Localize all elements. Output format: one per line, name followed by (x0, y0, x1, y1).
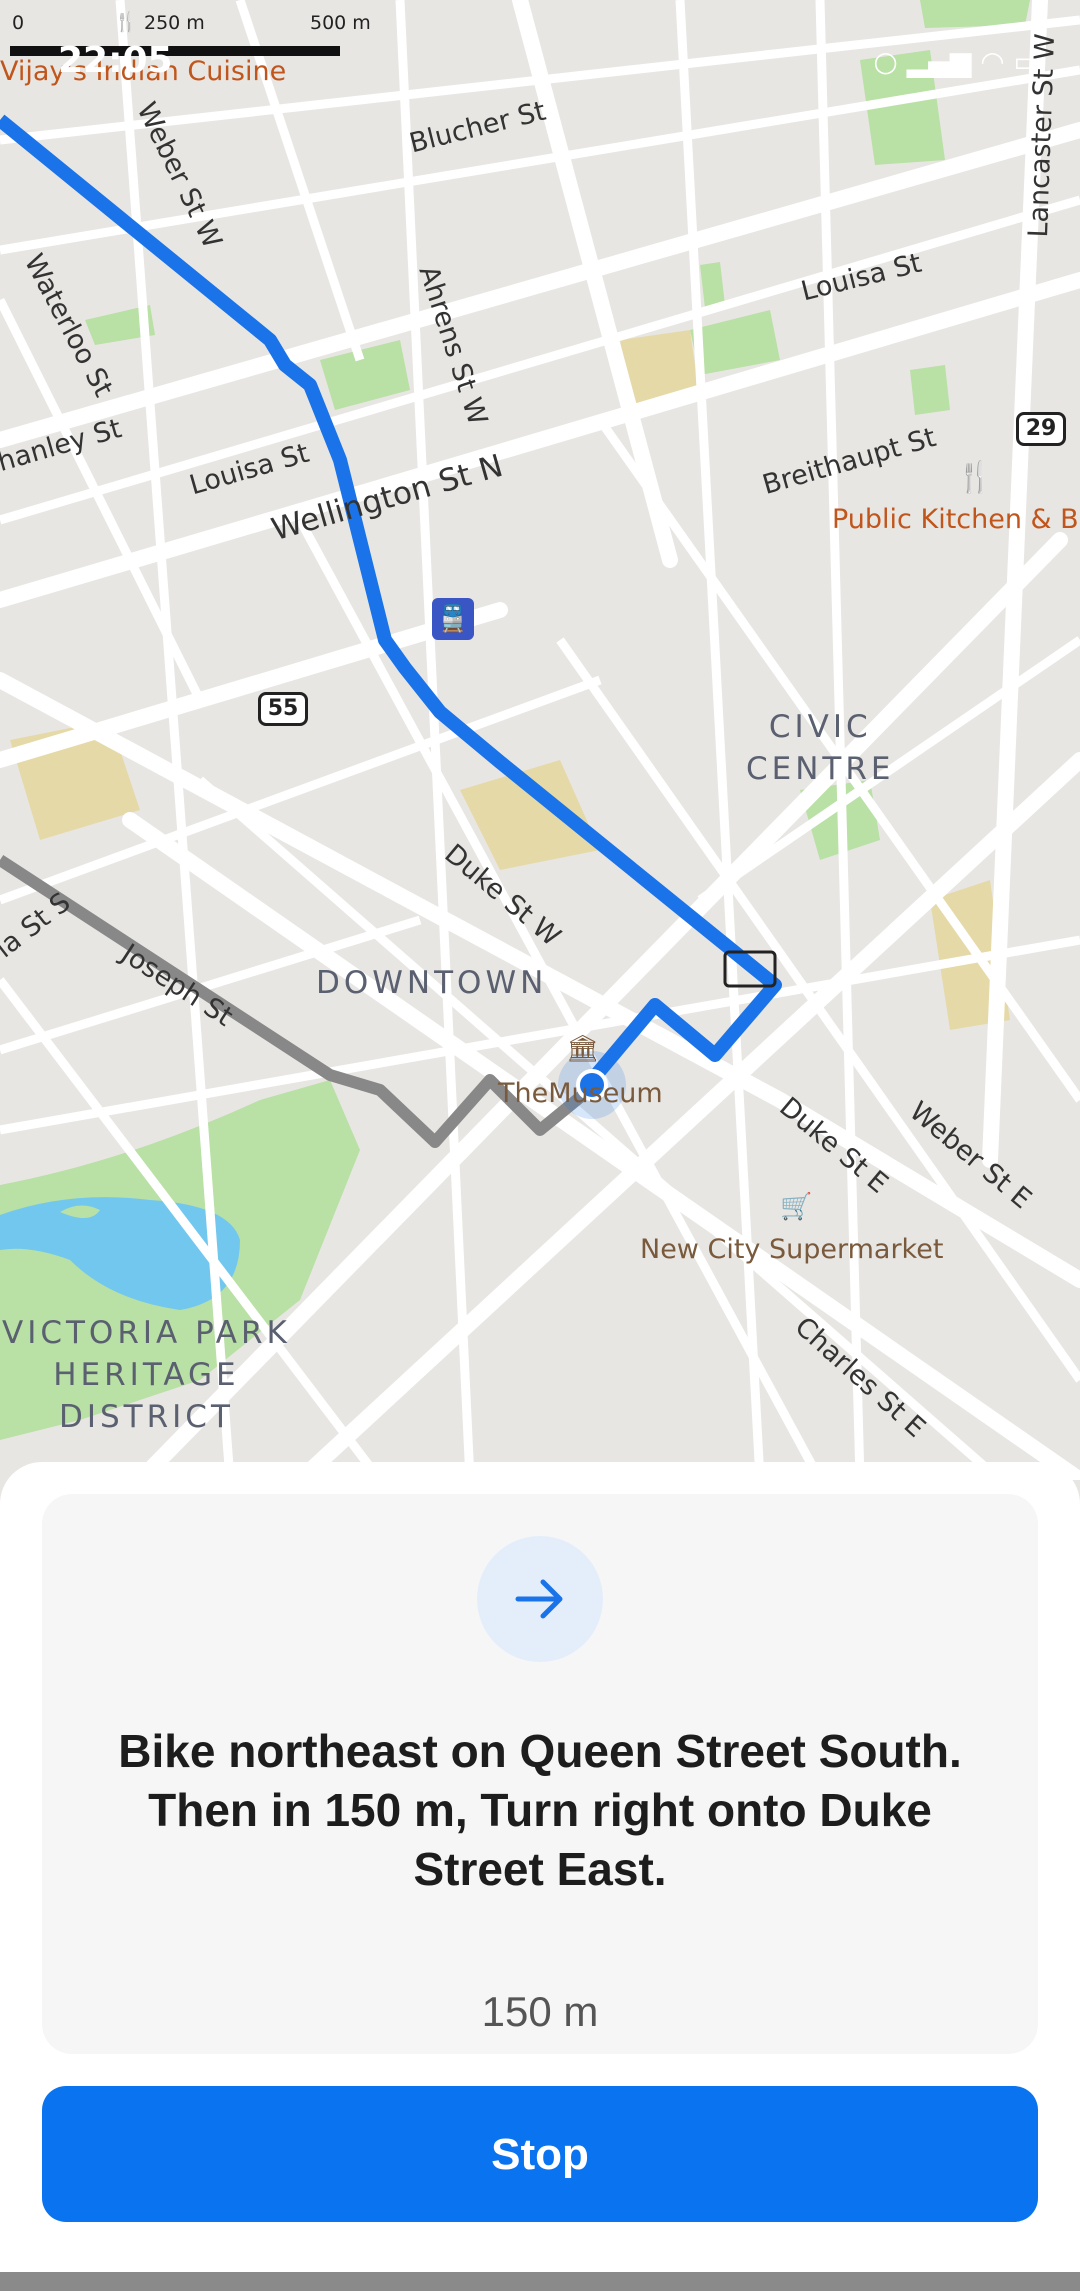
status-bar: 0 🍴 250 m 500 m 22:05 ○ ▂▄▆ ◠ ▭ (0, 0, 1080, 95)
status-icons: ○ ▂▄▆ ◠ ▭ (873, 45, 1040, 78)
district-downtown: DOWNTOWN (316, 965, 548, 1001)
poi-the-museum[interactable]: TheMuseum (498, 1078, 663, 1109)
museum-icon: 🏛 (566, 1034, 600, 1064)
route-shield-29: 29 (1016, 412, 1066, 446)
district-civic-centre: CIVIC CENTRE (746, 709, 895, 787)
poi-new-city-supermarket[interactable]: New City Supermarket (640, 1234, 943, 1265)
map-view[interactable]: 🚆 Blucher St Weber St W Waterloo St Ahre… (0, 0, 1080, 1480)
navigation-sheet: Bike northeast on Queen Street South. Th… (0, 1462, 1080, 2272)
poi-public-kitchen[interactable]: Public Kitchen & B (832, 504, 1079, 535)
distance-remaining: 150 m (481, 1988, 599, 2035)
map-peek-strip (0, 2272, 1080, 2291)
stop-button[interactable]: Stop (42, 2086, 1038, 2222)
signal-icon: ▂▄▆ (906, 45, 972, 78)
restaurant-icon: 🍴 (114, 11, 138, 33)
location-icon: ○ (873, 45, 898, 78)
district-victoria-park: VICTORIA PARK HERITAGE DISTRICT (2, 1315, 291, 1435)
route-shield-55: 55 (258, 692, 308, 726)
map-scale: 0 🍴 250 m 500 m (0, 10, 380, 56)
restaurant-icon[interactable]: 🍴 (956, 460, 993, 495)
instruction-text: Bike northeast on Queen Street South. Th… (118, 1725, 962, 1895)
arrow-right-icon (515, 1579, 563, 1619)
status-time: 22:05 (58, 40, 173, 81)
scale-mid: 250 m (144, 12, 205, 34)
battery-icon: ▭ (1013, 45, 1040, 78)
shopping-cart-icon: 🛒 (780, 1192, 813, 1222)
train-station-icon[interactable]: 🚆 (432, 598, 474, 640)
direction-badge (477, 1536, 603, 1662)
wifi-icon: ◠ (980, 45, 1005, 78)
scale-max: 500 m (310, 12, 371, 34)
instruction-card: Bike northeast on Queen Street South. Th… (42, 1494, 1038, 2054)
scale-zero: 0 (12, 12, 25, 34)
